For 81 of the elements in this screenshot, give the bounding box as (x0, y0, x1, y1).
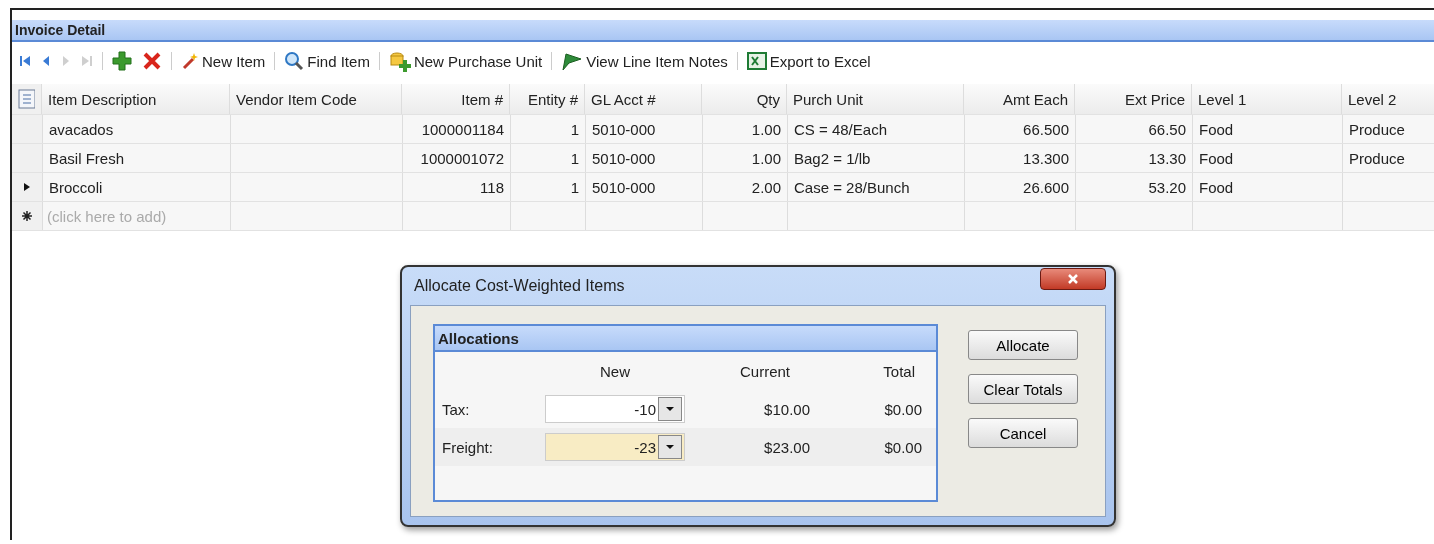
table-cell: 26.600 (965, 173, 1076, 201)
table-cell: 1.00 (703, 144, 788, 172)
panel-title: Invoice Detail (15, 22, 106, 38)
coins-plus-icon (388, 50, 411, 72)
number-field[interactable]: -23 (545, 433, 685, 461)
table-cell: 13.30 (1076, 144, 1193, 172)
column-header[interactable]: GL Acct # (585, 84, 702, 114)
table-cell: 1.00 (703, 115, 788, 143)
search-icon (284, 51, 305, 71)
table-cell: 53.20 (1076, 173, 1193, 201)
number-field[interactable]: -10 (545, 395, 685, 423)
current-value: $23.00 (763, 438, 810, 456)
toolbar-button[interactable]: Export to Excel (742, 49, 875, 73)
table-cell: 66.500 (965, 115, 1076, 143)
column-label: New (599, 362, 631, 380)
table-cell: 13.300 (965, 144, 1076, 172)
last-icon (81, 54, 93, 68)
field-label: Freight: (441, 438, 494, 456)
table-cell: Case = 28/Bunch (788, 173, 965, 201)
wand-icon (181, 52, 199, 70)
column-header[interactable]: Level 1 (1192, 84, 1342, 114)
table-cell: 1000001072 (403, 144, 511, 172)
table-cell: 2.00 (703, 173, 788, 201)
column-label: Total (882, 362, 915, 380)
table-cell: 1000001184 (403, 115, 511, 143)
total-value: $0.00 (883, 438, 922, 456)
table-cell: 66.50 (1076, 115, 1193, 143)
dialog-button[interactable]: Cancel (968, 418, 1078, 448)
table-cell: Bag2 = 1/lb (788, 144, 965, 172)
excel-icon (746, 51, 767, 71)
close-button[interactable] (1040, 268, 1106, 290)
delete-icon (142, 51, 162, 71)
group-title: Allocations (438, 329, 519, 347)
table-cell: Food (1193, 173, 1343, 201)
table-cell: Produce (1343, 144, 1434, 172)
dropdown-icon (665, 444, 675, 450)
table-cell: 1 (511, 115, 586, 143)
row-selector[interactable] (12, 173, 43, 201)
toolbar-button[interactable]: Find Item (280, 49, 374, 73)
dropdown-icon (665, 406, 675, 412)
current-row-icon (23, 182, 31, 192)
row-selector[interactable] (12, 202, 43, 230)
table-cell: Produce (1343, 115, 1434, 143)
table-cell: avacados (43, 115, 231, 143)
column-header[interactable]: Vendor Item Code (230, 84, 402, 114)
column-header[interactable]: Purch Unit (787, 84, 964, 114)
column-header[interactable]: Level 2 (1342, 84, 1434, 114)
toolbar-button[interactable]: New Item (177, 50, 270, 72)
table-cell: Basil Fresh (43, 144, 231, 172)
column-header[interactable]: Item # (402, 84, 510, 114)
first-icon (19, 54, 31, 68)
previous-icon (41, 54, 51, 68)
table-cell: 118 (403, 173, 511, 201)
table-cell: 1 (511, 173, 586, 201)
table-cell: Food (1193, 115, 1343, 143)
column-label: Current (738, 362, 790, 380)
dialog-title: Allocate Cost-Weighted Items (414, 277, 625, 295)
column-header[interactable]: Entity # (510, 84, 585, 114)
table-cell: 5010-000 (586, 115, 703, 143)
table-cell: Broccoli (43, 173, 231, 201)
toolbar-button[interactable]: View Line Item Notes (557, 49, 732, 73)
dialog-button[interactable]: Clear Totals (968, 374, 1078, 404)
field-label: Tax: (441, 400, 471, 418)
column-header[interactable]: Ext Price (1075, 84, 1192, 114)
total-value: $0.00 (883, 400, 922, 418)
close-icon (1067, 273, 1079, 285)
table-cell: CS = 48/Each (788, 115, 965, 143)
flag-icon (561, 51, 584, 71)
toolbar-button[interactable]: New Purchase Unit (384, 48, 547, 74)
column-header[interactable]: Qty (702, 84, 787, 114)
column-header[interactable]: Item Description (42, 84, 230, 114)
table-cell: 5010-000 (586, 144, 703, 172)
current-value: $10.00 (763, 400, 810, 418)
table-cell: Food (1193, 144, 1343, 172)
column-header[interactable]: Amt Each (964, 84, 1075, 114)
table-cell: 1 (511, 144, 586, 172)
plus-icon (112, 51, 132, 71)
next-icon (61, 54, 71, 68)
table-cell: 5010-000 (586, 173, 703, 201)
new-row-icon (21, 210, 33, 222)
dialog-button[interactable]: Allocate (968, 330, 1078, 360)
